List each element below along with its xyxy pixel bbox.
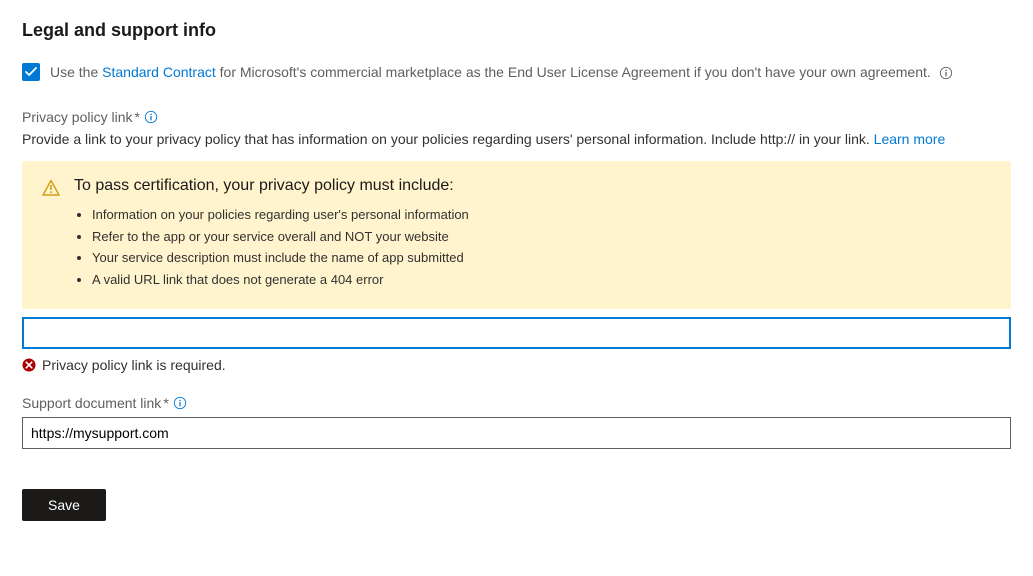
certification-warning: To pass certification, your privacy poli… [22, 161, 1011, 309]
section-title: Legal and support info [22, 20, 1011, 41]
support-document-label: Support document link * [22, 395, 1011, 411]
error-icon [22, 358, 36, 372]
support-document-input[interactable] [22, 417, 1011, 449]
privacy-policy-error: Privacy policy link is required. [22, 357, 1011, 373]
privacy-policy-input[interactable] [22, 317, 1011, 349]
standard-contract-label: Use the Standard Contract for Microsoft'… [50, 64, 953, 80]
privacy-policy-label-text: Privacy policy link [22, 109, 132, 125]
support-document-label-text: Support document link [22, 395, 161, 411]
warning-content: To pass certification, your privacy poli… [74, 177, 991, 291]
checkmark-icon [25, 66, 37, 78]
warning-item: A valid URL link that does not generate … [92, 270, 991, 290]
checkbox-post-text: for Microsoft's commercial marketplace a… [216, 64, 931, 80]
required-asterisk: * [134, 109, 139, 125]
warning-title: To pass certification, your privacy poli… [74, 177, 991, 195]
standard-contract-link[interactable]: Standard Contract [102, 64, 216, 80]
save-button[interactable]: Save [22, 489, 106, 521]
standard-contract-checkbox[interactable] [22, 63, 40, 81]
error-text: Privacy policy link is required. [42, 357, 226, 373]
warning-item: Refer to the app or your service overall… [92, 227, 991, 247]
learn-more-link[interactable]: Learn more [874, 131, 946, 147]
info-icon[interactable] [173, 396, 187, 410]
privacy-policy-description: Provide a link to your privacy policy th… [22, 131, 1011, 147]
checkbox-pre-text: Use the [50, 64, 102, 80]
warning-item: Information on your policies regarding u… [92, 205, 991, 225]
privacy-policy-field: Privacy policy link * Provide a link to … [22, 109, 1011, 373]
info-icon[interactable] [144, 110, 158, 124]
privacy-policy-label: Privacy policy link * [22, 109, 1011, 125]
standard-contract-row: Use the Standard Contract for Microsoft'… [22, 63, 1011, 81]
warning-item: Your service description must include th… [92, 248, 991, 268]
required-asterisk: * [163, 395, 168, 411]
info-icon[interactable] [939, 66, 953, 80]
support-document-field: Support document link * [22, 395, 1011, 449]
warning-icon [42, 179, 60, 197]
privacy-policy-desc-text: Provide a link to your privacy policy th… [22, 131, 874, 147]
warning-list: Information on your policies regarding u… [74, 205, 991, 289]
